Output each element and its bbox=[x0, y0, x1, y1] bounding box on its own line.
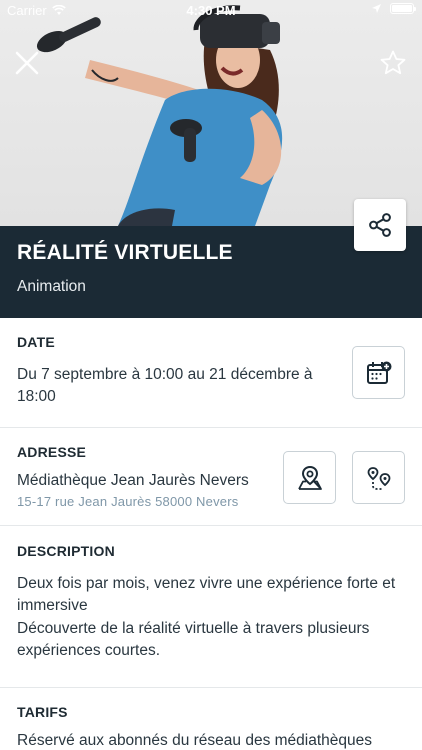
add-to-calendar-button[interactable] bbox=[352, 346, 405, 399]
close-icon bbox=[15, 51, 39, 75]
share-icon bbox=[369, 213, 391, 237]
description-line-1: Deux fois par mois, venez vivre une expé… bbox=[17, 575, 396, 614]
star-icon bbox=[380, 50, 406, 75]
battery-icon bbox=[390, 3, 416, 14]
route-icon bbox=[367, 466, 390, 490]
location-arrow-icon bbox=[372, 4, 381, 13]
tarifs-section: TARIFS Réservé aux abonnés du réseau des… bbox=[0, 688, 422, 750]
date-section: DATE Du 7 septembre à 10:00 au 21 décemb… bbox=[0, 318, 422, 428]
event-title: RÉALITÉ VIRTUELLE bbox=[17, 241, 233, 264]
calendar-add-icon bbox=[366, 361, 391, 384]
tarifs-text: Réservé aux abonnés du réseau des médiat… bbox=[17, 732, 373, 749]
event-category: Animation bbox=[17, 278, 86, 295]
event-photo: Carrier 4:30 PM bbox=[0, 0, 422, 226]
favorite-button[interactable] bbox=[378, 48, 408, 78]
address-section: ADRESSE Médiathèque Jean Jaurès Nevers 1… bbox=[0, 428, 422, 526]
address-street: 15-17 rue Jean Jaurès 58000 Nevers bbox=[17, 494, 239, 509]
status-right bbox=[371, 3, 416, 14]
share-button[interactable] bbox=[354, 199, 406, 251]
directions-button[interactable] bbox=[352, 451, 405, 504]
description-line-2: Découverte de la réalité virtuelle à tra… bbox=[17, 620, 370, 659]
address-label: ADRESSE bbox=[17, 444, 87, 460]
show-on-map-button[interactable] bbox=[283, 451, 336, 504]
status-bar: Carrier 4:30 PM bbox=[0, 0, 422, 22]
status-time: 4:30 PM bbox=[186, 3, 236, 18]
tarifs-label: TARIFS bbox=[17, 704, 68, 720]
close-button[interactable] bbox=[12, 48, 42, 78]
date-text: Du 7 septembre à 10:00 au 21 décembre à … bbox=[17, 366, 313, 405]
date-label: DATE bbox=[17, 334, 55, 350]
address-name: Médiathèque Jean Jaurès Nevers bbox=[17, 472, 249, 489]
description-label: DESCRIPTION bbox=[17, 543, 115, 559]
map-pin-icon bbox=[297, 465, 322, 490]
vr-person-illustration bbox=[36, 5, 283, 226]
description-section: DESCRIPTION Deux fois par mois, venez vi… bbox=[0, 526, 422, 688]
